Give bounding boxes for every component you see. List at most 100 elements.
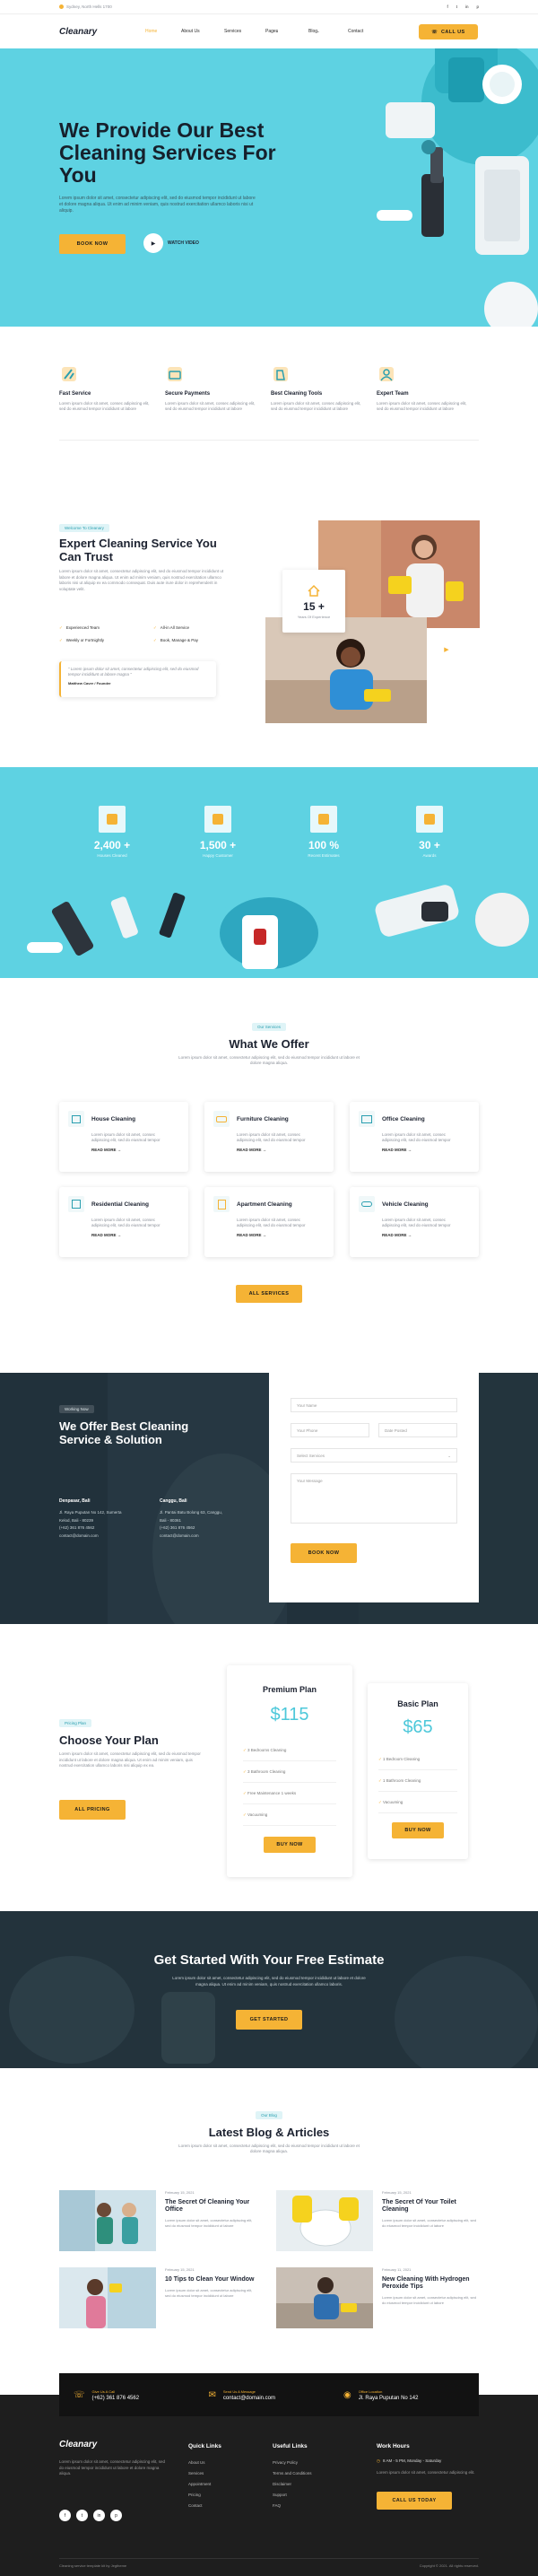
clock-icon: ◷	[377, 2458, 380, 2463]
footer-link[interactable]: Services	[188, 2468, 211, 2479]
post-title[interactable]: 10 Tips to Clean Your Window	[165, 2276, 256, 2283]
post-title[interactable]: The Secret Of Your Toilet Cleaning	[382, 2199, 479, 2214]
all-services-button[interactable]: ALL SERVICES	[236, 1285, 302, 1303]
nav-services[interactable]: Services	[224, 29, 265, 34]
buy-now-button[interactable]: BUY NOW	[392, 1822, 444, 1838]
service-desc: Lorem ipsum dolor sit amet, consec adipi…	[382, 1218, 451, 1227]
service-card[interactable]: Apartment Cleaning Lorem ipsum dolor sit…	[204, 1187, 334, 1257]
read-more-link[interactable]: READ MORE →	[91, 1233, 179, 1237]
service-card[interactable]: Residential Cleaning Lorem ipsum dolor s…	[59, 1187, 188, 1257]
blog-post[interactable]: February 15, 2021 The Secret Of Cleaning…	[59, 2190, 256, 2251]
footer-about: Lorem ipsum dolor sit amet, consectetur …	[59, 2459, 166, 2476]
footer-credit: Cleaning service template kit by Jegthem…	[59, 2563, 127, 2568]
twitter-icon[interactable]: t	[76, 2510, 88, 2521]
service-title: Office Cleaning	[382, 1115, 425, 1122]
blog-post[interactable]: February 11, 2021 New Cleaning With Hydr…	[276, 2267, 479, 2328]
footer-link[interactable]: FAQ	[273, 2501, 312, 2511]
residential-icon	[68, 1196, 84, 1212]
stat-number: 2,400 +	[93, 839, 131, 851]
stat-item: 30 + Awards	[377, 806, 482, 858]
service-select[interactable]: Select Services ⌄	[291, 1448, 457, 1463]
watch-video-button[interactable]: ▶ WATCH VIDEO	[143, 233, 199, 253]
post-desc: Lorem ipsum dolor sit amet, consectetur …	[165, 2218, 253, 2228]
team-icon	[379, 367, 394, 381]
about-tag: Welcome To Cleanary	[59, 524, 109, 532]
facebook-icon[interactable]: f	[59, 2510, 71, 2521]
blog-desc: Lorem ipsum dolor sit amet, consectetur …	[178, 2144, 360, 2153]
post-date: February 15, 2021	[382, 2190, 412, 2195]
read-more-link[interactable]: READ MORE →	[382, 1148, 470, 1152]
nav-about[interactable]: About Us	[181, 29, 224, 34]
check-icon: ✓	[243, 1769, 247, 1774]
read-more-link[interactable]: READ MORE →	[237, 1233, 325, 1237]
nav-pages[interactable]: Pages	[265, 29, 278, 34]
footer-link[interactable]: Disclaimer	[273, 2479, 312, 2490]
blog-post[interactable]: February 15, 2021 10 Tips to Clean Your …	[59, 2267, 256, 2328]
play-video-button[interactable]: ▶	[437, 640, 456, 659]
read-more-link[interactable]: READ MORE →	[382, 1233, 470, 1237]
pricing-section: Pricing Plan Choose Your Plan Lorem ipsu…	[0, 1624, 538, 1911]
get-started-button[interactable]: GET STARTED	[236, 2010, 302, 2030]
call-us-today-button[interactable]: CALL US TODAY	[377, 2492, 452, 2510]
pricing-title: Choose Your Plan	[59, 1733, 159, 1747]
footer-link[interactable]: Pricing	[188, 2490, 211, 2501]
stat-number: 30 +	[419, 839, 440, 851]
hero-section: We Provide Our Best Cleaning Services Fo…	[0, 48, 538, 327]
location-icon: ◉	[343, 2389, 351, 2400]
post-title[interactable]: New Cleaning With Hydrogen Peroxide Tips	[382, 2276, 479, 2291]
service-desc: Lorem ipsum dolor sit amet, consec adipi…	[91, 1132, 161, 1142]
name-input[interactable]: Your Name	[291, 1398, 457, 1412]
footer-link[interactable]: Privacy Policy	[273, 2458, 312, 2468]
read-more-link[interactable]: READ MORE →	[237, 1148, 325, 1152]
footer-link[interactable]: Appointment	[188, 2479, 211, 2490]
services-title: What We Offer	[229, 1037, 309, 1051]
service-card[interactable]: Furniture Cleaning Lorem ipsum dolor sit…	[204, 1102, 334, 1172]
nav-home[interactable]: Home	[145, 29, 181, 34]
top-bar: Sydney, North Hells 1700 f t in p	[0, 0, 538, 14]
footer-logo[interactable]: Cleanary	[59, 2440, 97, 2449]
post-title[interactable]: The Secret Of Cleaning Your Office	[165, 2199, 256, 2214]
footer-link[interactable]: Contact	[188, 2501, 211, 2511]
footer-wrapper: ☏ Give Us A Call (+62) 361 876 4562 ✉ Sen…	[0, 2373, 538, 2576]
pinterest-icon[interactable]: p	[476, 4, 479, 9]
nav-blog[interactable]: Blog	[308, 29, 317, 34]
service-card[interactable]: Vehicle Cleaning Lorem ipsum dolor sit a…	[350, 1187, 479, 1257]
message-textarea[interactable]: Your Message	[291, 1473, 457, 1524]
submit-booking-button[interactable]: BOOK NOW	[291, 1543, 357, 1563]
footer-link[interactable]: About Us	[188, 2458, 211, 2468]
footer-link[interactable]: Terms and Conditions	[273, 2468, 312, 2479]
experience-number: 15 +	[303, 599, 325, 613]
read-more-link[interactable]: READ MORE →	[91, 1148, 179, 1152]
footer-divider	[59, 2558, 479, 2559]
footer-link[interactable]: Support	[273, 2490, 312, 2501]
logo[interactable]: Cleanary	[59, 27, 145, 37]
pricing-desc: Lorem ipsum dolor sit amet, consectetur …	[59, 1751, 201, 1768]
cleaner-man-photo	[265, 617, 427, 723]
stat-item: 100 % Recent Estimates	[271, 806, 377, 858]
phone-input[interactable]: Your Phone	[291, 1423, 369, 1437]
check-label: Weekly or Fortnightly	[65, 638, 104, 642]
linkedin-icon[interactable]: in	[93, 2510, 105, 2521]
car-icon	[359, 1196, 375, 1212]
services-tag: Our Services	[251, 1023, 286, 1031]
service-card[interactable]: House Cleaning Lorem ipsum dolor sit ame…	[59, 1102, 188, 1172]
nav-contact[interactable]: Contact	[348, 29, 393, 34]
book-now-button[interactable]: BOOK NOW	[59, 234, 126, 254]
twitter-icon[interactable]: t	[456, 4, 457, 9]
feature-desc: Lorem ipsum dolor sit amet, consec adipi…	[165, 401, 256, 411]
cta-desc: Lorem ipsum dolor sit amet, consectetur …	[172, 1976, 366, 1987]
service-card[interactable]: Office Cleaning Lorem ipsum dolor sit am…	[350, 1102, 479, 1172]
pinterest-icon[interactable]: p	[110, 2510, 122, 2521]
blog-post[interactable]: February 15, 2021 The Secret Of Your Toi…	[276, 2190, 479, 2251]
cta-section: Get Started With Your Free Estimate Lore…	[0, 1911, 538, 2068]
call-us-button[interactable]: ☏ CALL US	[419, 24, 478, 39]
stat-item: 1,500 + Happy Customer	[165, 806, 271, 858]
stat-item: 2,400 + Houses Cleaned	[59, 806, 165, 858]
all-pricing-button[interactable]: ALL PRICING	[59, 1800, 126, 1820]
post-desc: Lorem ipsum dolor sit amet, consectetur …	[165, 2288, 253, 2298]
office-city: Canggu, Bali	[160, 1498, 187, 1504]
buy-now-button[interactable]: BUY NOW	[264, 1837, 316, 1853]
service-desc: Lorem ipsum dolor sit amet, consec adipi…	[382, 1132, 451, 1142]
date-input[interactable]: Date Posted	[378, 1423, 457, 1437]
linkedin-icon[interactable]: in	[465, 4, 469, 9]
